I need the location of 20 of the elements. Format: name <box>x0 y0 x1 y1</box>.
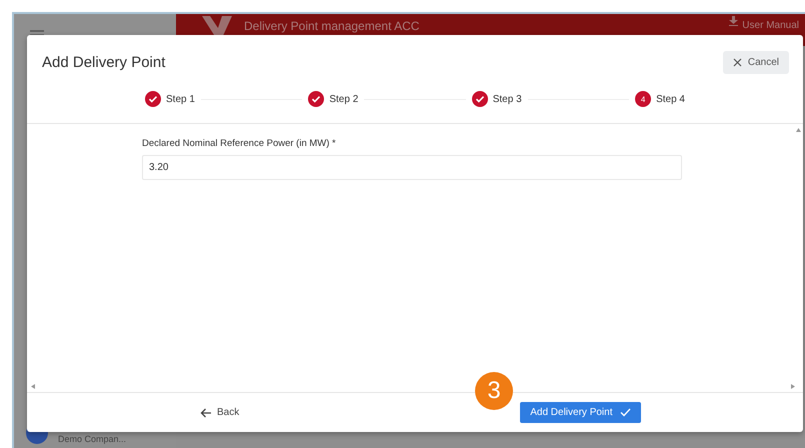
close-icon <box>732 58 742 67</box>
arrow-left-icon <box>200 408 211 418</box>
step-label[interactable]: Step 4 <box>656 94 685 104</box>
step-label[interactable]: Step 1 <box>166 94 195 104</box>
add-delivery-point-button[interactable]: Add Delivery Point <box>520 402 640 423</box>
step-label[interactable]: Step 2 <box>329 94 358 104</box>
input-field[interactable]: 3.20 <box>142 155 682 180</box>
scroll-right-icon[interactable] <box>791 384 795 389</box>
step-number: 4 <box>635 91 652 107</box>
check-icon <box>620 408 630 417</box>
download-icon[interactable] <box>729 16 738 26</box>
scroll-up-icon[interactable] <box>796 128 801 132</box>
scroll-left-icon[interactable] <box>31 384 35 389</box>
field-label: Declared Nominal Reference Power (in MW) * <box>142 138 337 149</box>
step-label[interactable]: Step 3 <box>492 94 522 104</box>
back-button[interactable]: Back <box>200 407 240 418</box>
app-title: Delivery Point management ACC <box>244 18 420 33</box>
logo-icon <box>200 16 234 38</box>
cancel-button[interactable]: Cancel <box>722 51 789 74</box>
dialog-title: Add Delivery Point <box>42 54 166 71</box>
